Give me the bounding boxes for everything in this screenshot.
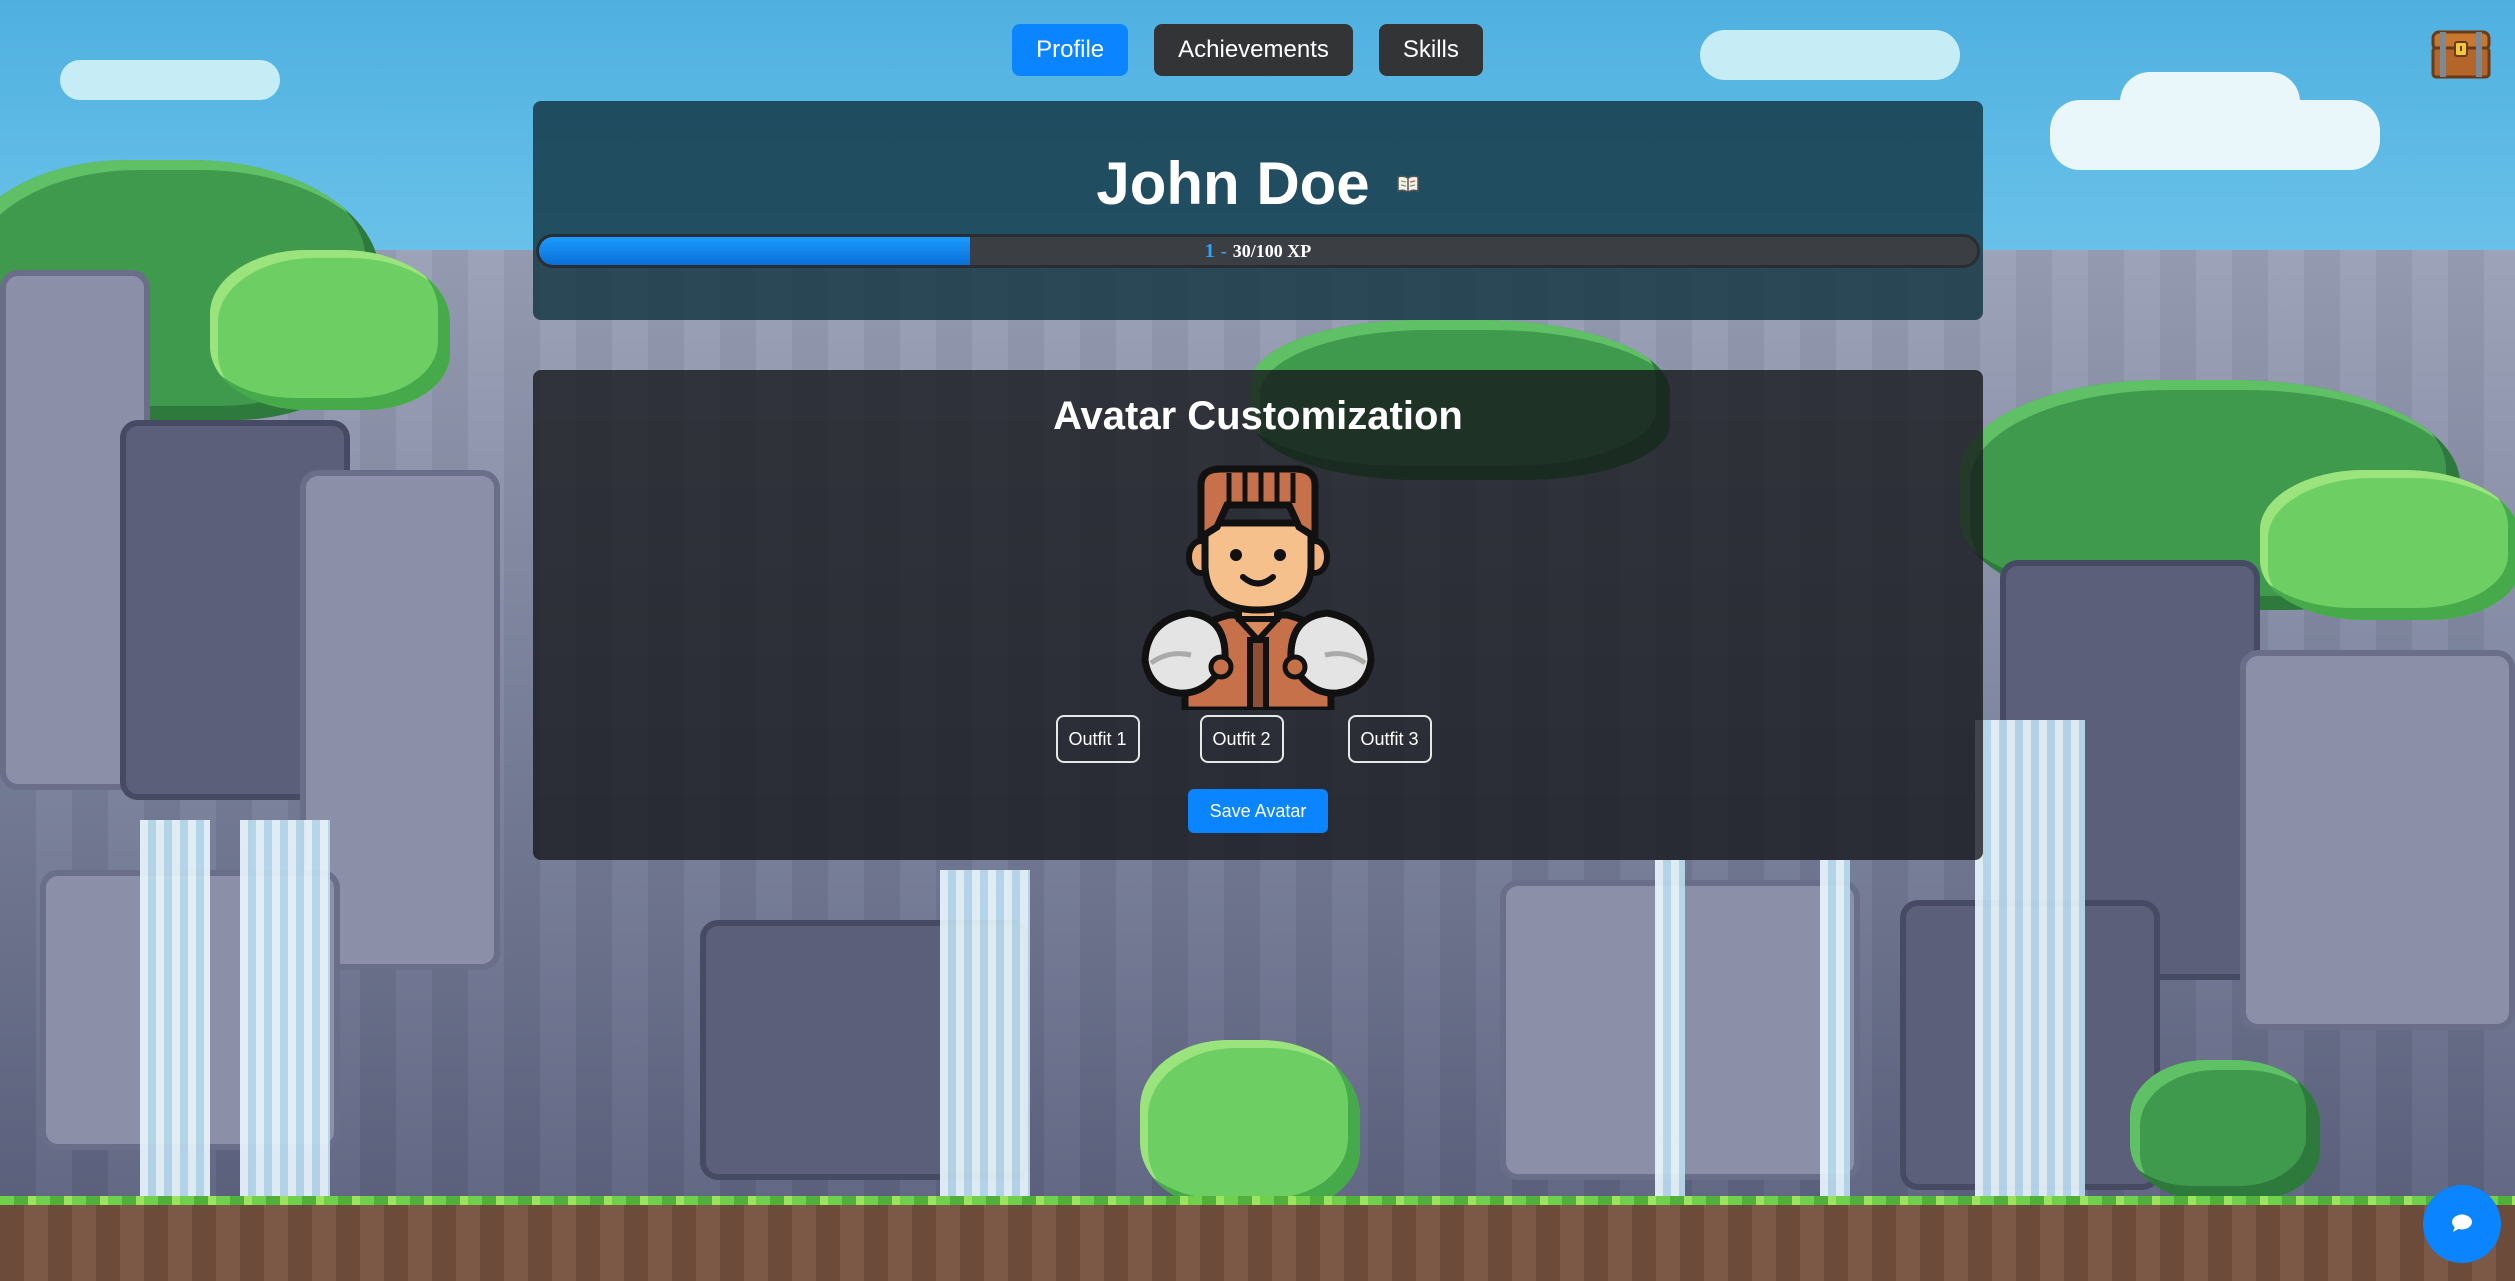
waterfall <box>1975 720 2085 1200</box>
xp-label: 1 - 30/100 XP <box>539 237 1977 265</box>
treasure-chest-icon[interactable] <box>2430 28 2492 80</box>
profile-card: John Doe 1 - 30/100 XP <box>533 101 1983 320</box>
outfit-options: Outfit 1 Outfit 2 Outfit 3 <box>533 715 1983 763</box>
tree-canopy <box>210 250 450 410</box>
avatar-customization-panel: Avatar Customization Outfit 1 Outfit 2 O… <box>533 370 1983 860</box>
waterfall <box>1655 860 1685 1200</box>
chat-bubble-icon <box>2451 1213 2473 1236</box>
chat-button[interactable] <box>2423 1185 2501 1263</box>
waterfall <box>940 870 1030 1200</box>
outfit-1-button[interactable]: Outfit 1 <box>1055 715 1140 763</box>
outfit-3-button[interactable]: Outfit 3 <box>1347 715 1432 763</box>
xp-value: 30/100 XP <box>1232 240 1312 261</box>
waterfall <box>1820 860 1850 1200</box>
save-avatar-button[interactable]: Save Avatar <box>1188 789 1328 833</box>
book-icon[interactable] <box>1396 174 1420 200</box>
name-row: John Doe <box>533 149 1983 218</box>
tab-skills[interactable]: Skills <box>1378 24 1483 76</box>
cloud <box>2120 72 2300 132</box>
top-nav: Profile Achievements Skills <box>0 24 2515 76</box>
tab-profile[interactable]: Profile <box>1012 24 1129 76</box>
warrior-avatar <box>1139 465 1377 714</box>
avatar-customization-title: Avatar Customization <box>1053 394 1463 438</box>
outfit-2-button[interactable]: Outfit 2 <box>1199 715 1284 763</box>
player-name: John Doe <box>1096 150 1370 217</box>
level-separator: - <box>1220 240 1227 261</box>
bush <box>2130 1060 2320 1200</box>
tab-achievements[interactable]: Achievements <box>1154 24 1353 76</box>
ground <box>0 1205 2515 1281</box>
waterfall <box>240 820 330 1200</box>
xp-progress-bar: 1 - 30/100 XP <box>536 234 1980 268</box>
bush <box>1140 1040 1360 1210</box>
waterfall <box>140 820 210 1200</box>
rock <box>2240 650 2515 1030</box>
level-number: 1 <box>1204 239 1215 262</box>
tree-canopy <box>2260 470 2515 620</box>
